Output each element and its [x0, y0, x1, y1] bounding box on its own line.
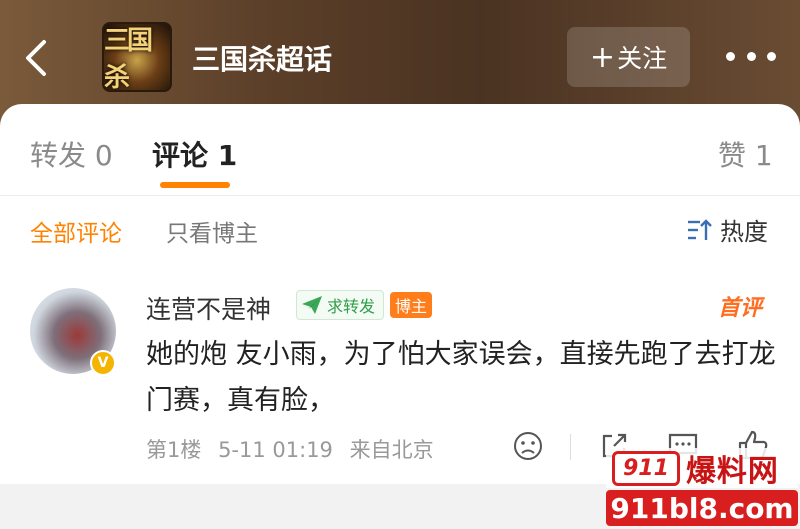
first-comment-badge: 首评	[718, 296, 763, 321]
page-title: 三国杀超话	[192, 43, 333, 76]
topic-logo[interactable]: 三国杀	[102, 22, 172, 92]
floor-number: 第1楼	[146, 438, 202, 462]
follow-button[interactable]: + 关注	[567, 27, 690, 87]
back-button[interactable]	[20, 38, 56, 78]
comments-panel: 转发 0 评论 1 赞 1 全部评论 只看博主 热度 V 连营不是神 求转发 博…	[0, 104, 800, 484]
paper-plane-icon	[302, 296, 322, 314]
plus-icon: +	[589, 39, 616, 75]
watermark-number: 911	[612, 450, 680, 486]
comment-meta: 第1楼 5-11 01:19 来自北京	[146, 434, 444, 464]
divider	[570, 434, 571, 460]
repost-badge-label: 求转发	[327, 297, 376, 316]
comment-item: V 连营不是神 求转发 博主 首评 她的炮 友小雨，为了怕大家误会，直接先跑了去…	[0, 104, 800, 484]
watermark-url: 911bl8.com	[606, 490, 798, 526]
watermark: 911 爆料网 911bl8.com	[606, 448, 798, 527]
blogger-badge: 博主	[390, 292, 433, 318]
comment-username[interactable]: 连营不是神	[146, 290, 271, 326]
back-icon	[26, 40, 46, 76]
verified-badge-icon: V	[90, 350, 116, 376]
more-button[interactable]	[726, 44, 776, 68]
watermark-title: 爆料网	[685, 454, 779, 489]
comment-time: 5-11 01:19	[218, 438, 333, 462]
dislike-button[interactable]	[512, 430, 544, 466]
topic-logo-text: 三国杀	[104, 26, 153, 92]
avatar[interactable]: V	[30, 288, 116, 376]
comment-location: 来自北京	[349, 438, 434, 462]
more-icon	[726, 51, 735, 61]
follow-label: 关注	[617, 44, 668, 73]
repost-request-badge[interactable]: 求转发	[296, 290, 385, 320]
frown-face-icon	[514, 432, 542, 460]
comment-text: 她的炮 友小雨，为了怕大家误会，直接先跑了去打龙门赛，真有脸，	[146, 339, 776, 416]
